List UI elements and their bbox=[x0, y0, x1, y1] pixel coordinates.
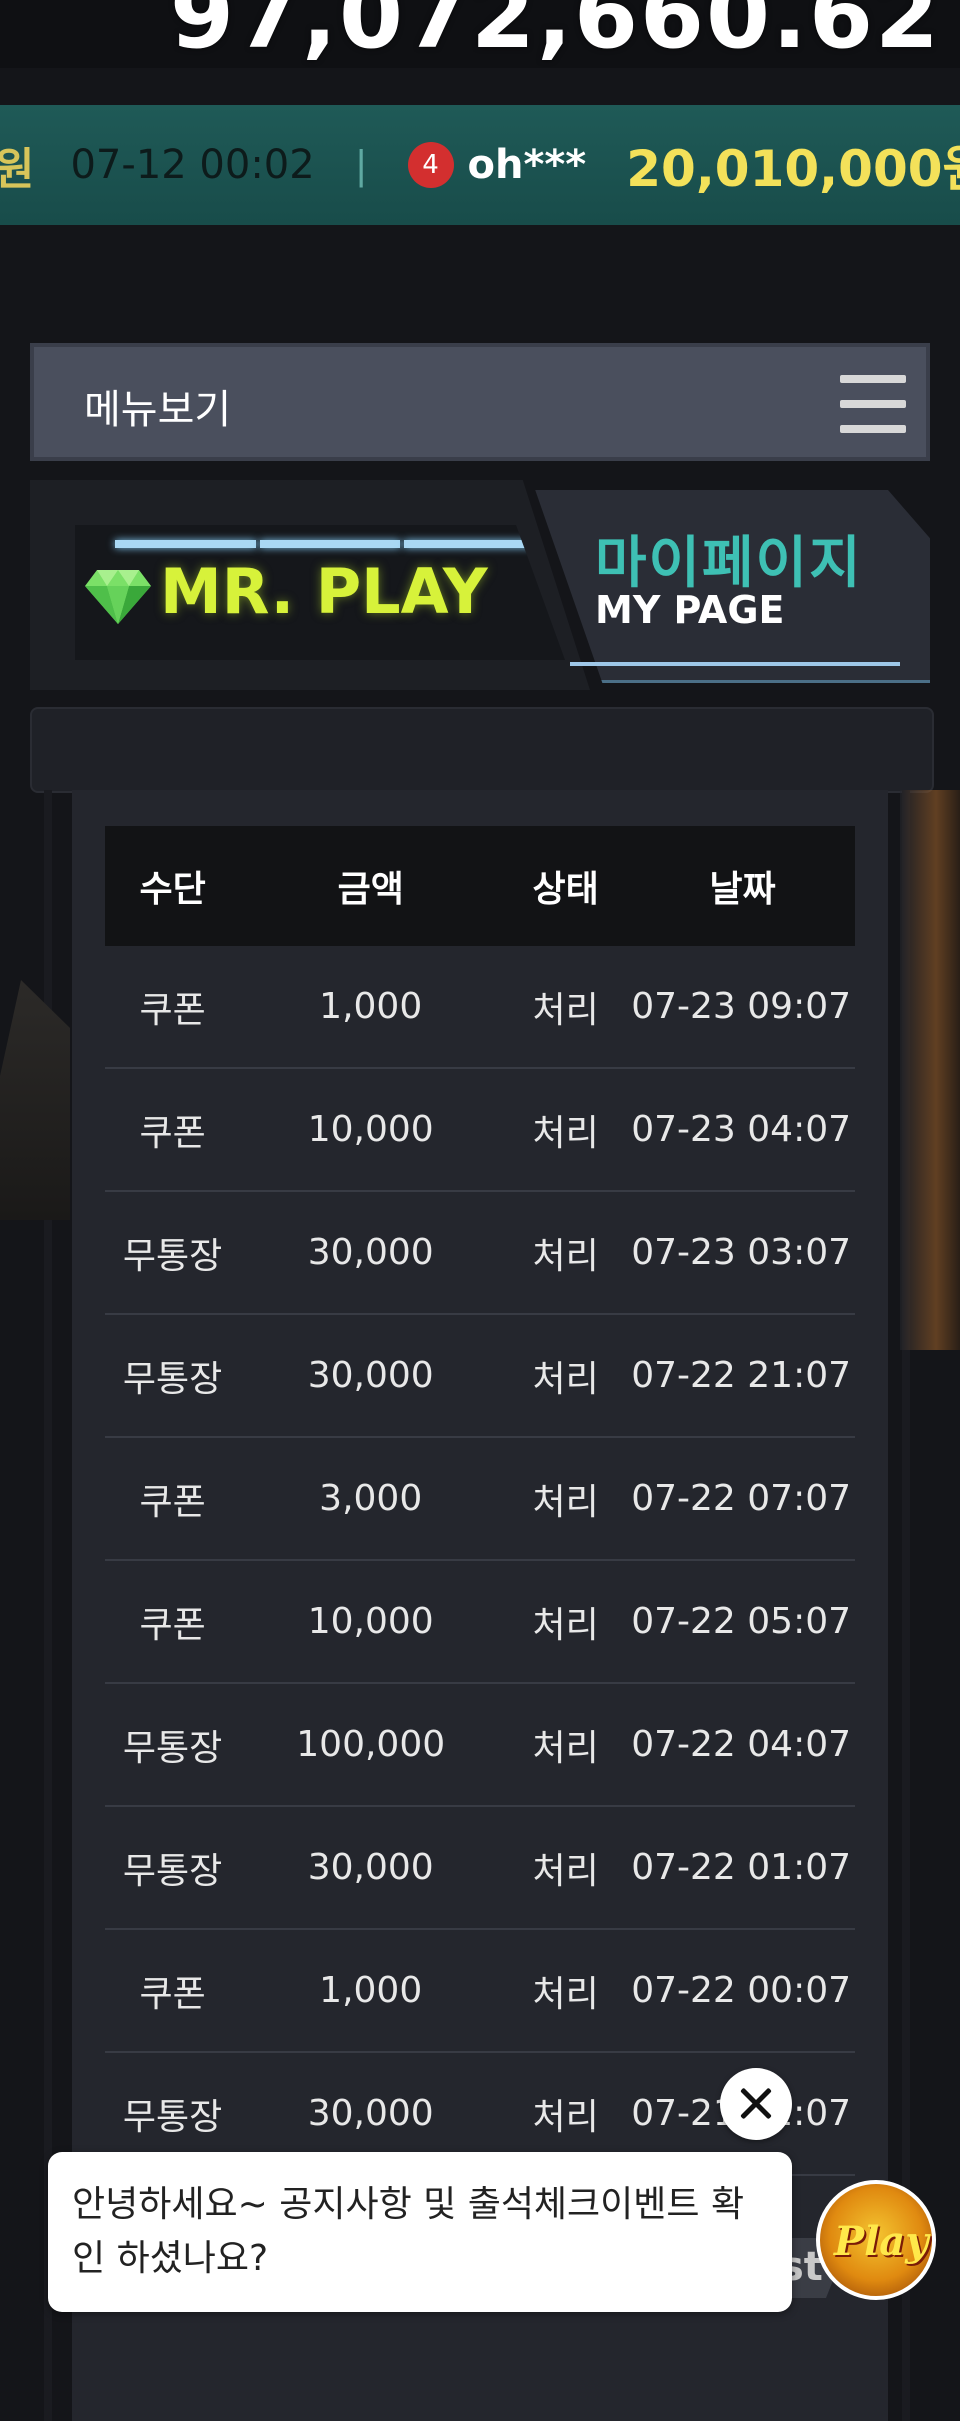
panel-header-bar bbox=[30, 707, 934, 793]
character-silhouette bbox=[0, 980, 70, 1220]
table-row: 쿠폰 3,000 처리 07-22 07:07 bbox=[105, 1437, 855, 1561]
table-row: 쿠폰 10,000 처리 07-23 04:07 bbox=[105, 1068, 855, 1192]
cell-amount: 10,000 bbox=[240, 1560, 502, 1684]
column-header-date: 날짜 bbox=[709, 869, 776, 910]
cell-method: 쿠폰 bbox=[105, 1929, 241, 2053]
cell-method: 무통장 bbox=[105, 1806, 241, 1930]
cell-method: 쿠폰 bbox=[105, 1437, 241, 1561]
cell-status: 처리 bbox=[501, 1806, 630, 1930]
page-title-ko: 마이페이지 bbox=[595, 531, 863, 596]
brand-name[interactable]: MR. PLAY bbox=[160, 555, 488, 628]
ticker-separator: | bbox=[354, 143, 368, 187]
brand-light-bars bbox=[115, 537, 546, 551]
close-icon[interactable] bbox=[720, 2068, 792, 2140]
table-row: 무통장 30,000 처리 07-22 01:07 bbox=[105, 1806, 855, 1930]
cell-date: 07-22 00:07 bbox=[629, 1929, 855, 2053]
cell-method: 무통장 bbox=[105, 1683, 241, 1807]
column-header-status: 상태 bbox=[532, 869, 599, 910]
cell-amount: 30,000 bbox=[240, 1191, 502, 1315]
jackpot-value: 97,072,660.62 bbox=[170, 0, 941, 68]
cell-status: 처리 bbox=[501, 1191, 630, 1315]
chat-avatar-text: Play bbox=[834, 2218, 929, 2265]
ticker-user: oh*** bbox=[467, 142, 587, 188]
cell-date: 07-23 04:07 bbox=[629, 1068, 855, 1192]
cell-method: 쿠폰 bbox=[105, 946, 241, 1069]
cell-status: 처리 bbox=[501, 1068, 630, 1192]
cell-method: 쿠폰 bbox=[105, 1560, 241, 1684]
cell-status: 처리 bbox=[501, 1560, 630, 1684]
ticker-rank-badge: 4 bbox=[407, 142, 454, 188]
cell-date: 07-22 05:07 bbox=[629, 1560, 855, 1684]
cell-status: 처리 bbox=[501, 1314, 630, 1438]
page-title-en: MY PAGE bbox=[595, 588, 785, 632]
column-header-amount: 금액 bbox=[337, 869, 404, 910]
hamburger-icon[interactable] bbox=[840, 375, 906, 433]
brand-header: MR. PLAY 마이페이지 MY PAGE bbox=[30, 480, 930, 690]
chat-avatar[interactable]: Play bbox=[816, 2180, 936, 2300]
cell-amount: 3,000 bbox=[240, 1437, 502, 1561]
cell-status: 처리 bbox=[501, 1929, 630, 2053]
cell-method: 쿠폰 bbox=[105, 1068, 241, 1192]
table-row: 무통장 30,000 처리 07-23 03:07 bbox=[105, 1191, 855, 1315]
cell-date: 07-22 04:07 bbox=[629, 1683, 855, 1807]
cell-status: 처리 bbox=[501, 1683, 630, 1807]
table-header-row: 수단 금액 상태 날짜 bbox=[105, 826, 855, 946]
table-row: 쿠폰 1,000 처리 07-22 00:07 bbox=[105, 1929, 855, 2053]
chat-message-text: 안녕하세요~ 공지사항 및 출석체크이벤트 확인 하셨나요? bbox=[72, 2184, 745, 2279]
cell-date: 07-23 09:07 bbox=[629, 946, 855, 1069]
divider bbox=[570, 662, 900, 666]
side-glow bbox=[900, 790, 960, 1350]
cell-amount: 1,000 bbox=[240, 1929, 502, 2053]
cell-date: 07-22 07:07 bbox=[629, 1437, 855, 1561]
cell-date: 07-22 01:07 bbox=[629, 1806, 855, 1930]
ticker-date: 07-12 00:02 bbox=[70, 142, 315, 188]
cell-date: 07-22 21:07 bbox=[629, 1314, 855, 1438]
winner-ticker: 원 07-12 00:02 | 4 oh*** 20,010,000원 bbox=[0, 105, 960, 225]
transaction-table: 수단 금액 상태 날짜 쿠폰 1,000 처리 07-23 09:07 쿠폰 1… bbox=[105, 826, 855, 2176]
cell-amount: 10,000 bbox=[240, 1068, 502, 1192]
cell-amount: 1,000 bbox=[240, 946, 502, 1069]
jackpot-counter: 97,072,660.62 bbox=[0, 0, 960, 68]
cell-amount: 100,000 bbox=[240, 1683, 502, 1807]
table-row: 무통장 100,000 처리 07-22 04:07 bbox=[105, 1683, 855, 1807]
menu-bar[interactable]: 메뉴보기 bbox=[30, 343, 930, 461]
cell-status: 처리 bbox=[501, 946, 630, 1069]
cell-method: 무통장 bbox=[105, 1191, 241, 1315]
ticker-prev-suffix: 원 bbox=[0, 144, 35, 195]
ticker-amount: 20,010,000원 bbox=[626, 140, 960, 198]
column-header-method: 수단 bbox=[139, 869, 206, 910]
cell-method: 무통장 bbox=[105, 1314, 241, 1438]
cell-amount: 30,000 bbox=[240, 1314, 502, 1438]
diamond-icon bbox=[85, 570, 151, 624]
cell-amount: 30,000 bbox=[240, 1806, 502, 1930]
table-row: 쿠폰 1,000 처리 07-23 09:07 bbox=[105, 946, 855, 1069]
cell-date: 07-23 03:07 bbox=[629, 1191, 855, 1315]
chat-message-bubble[interactable]: 안녕하세요~ 공지사항 및 출석체크이벤트 확인 하셨나요? bbox=[48, 2152, 792, 2312]
cell-status: 처리 bbox=[501, 1437, 630, 1561]
menu-label[interactable]: 메뉴보기 bbox=[84, 377, 231, 435]
table-row: 쿠폰 10,000 처리 07-22 05:07 bbox=[105, 1560, 855, 1684]
table-row: 무통장 30,000 처리 07-22 21:07 bbox=[105, 1314, 855, 1438]
